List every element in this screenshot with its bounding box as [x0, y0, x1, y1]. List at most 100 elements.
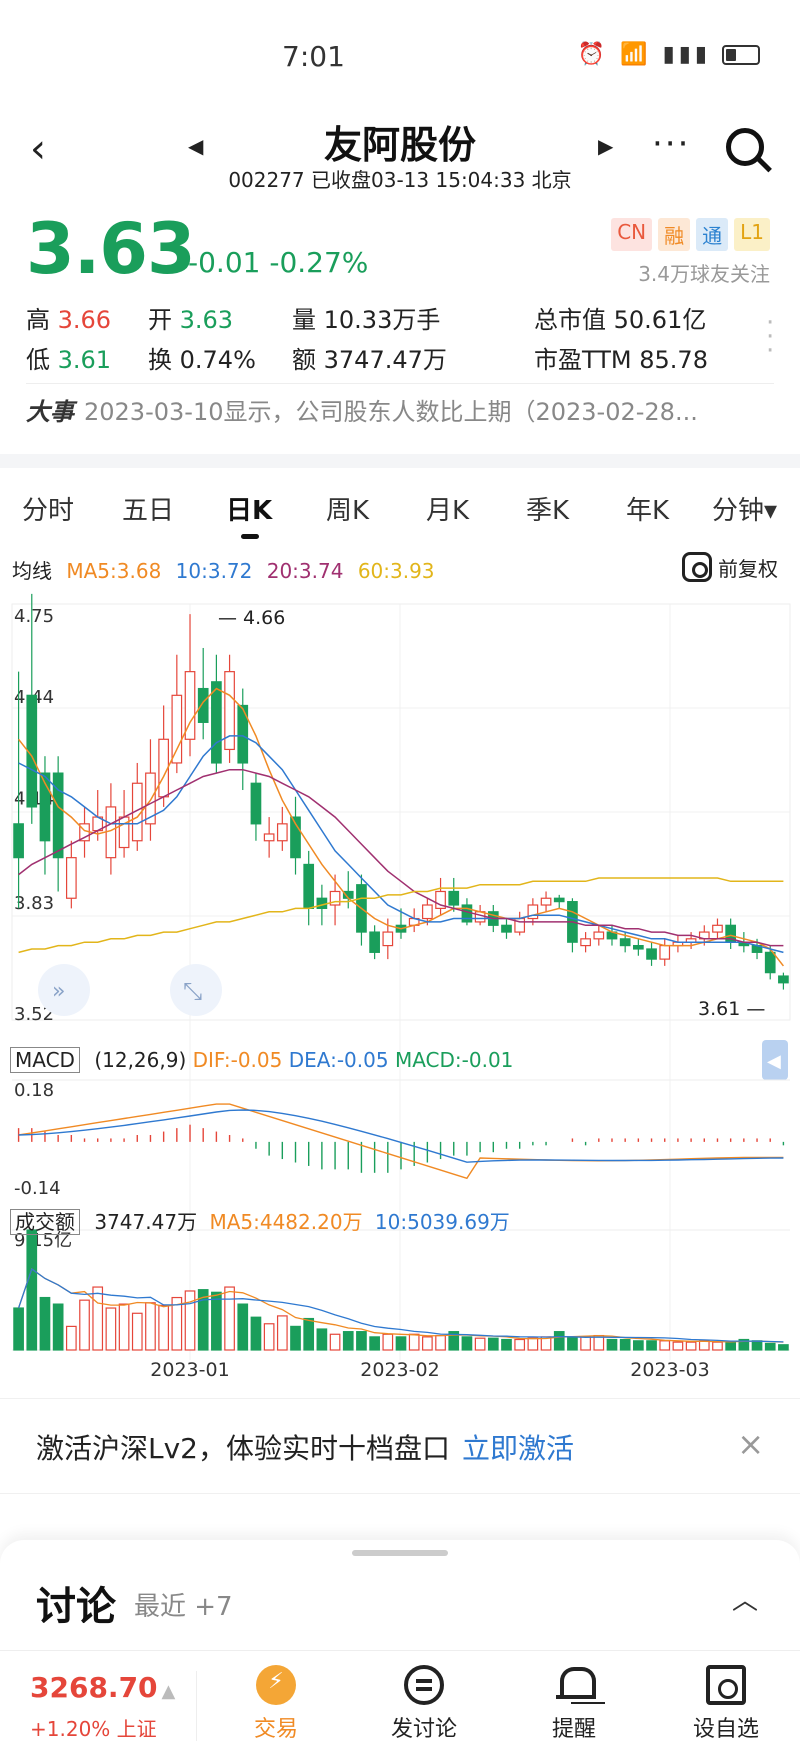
volume-bar-41 [553, 1331, 565, 1351]
tab-daily-k[interactable]: 日K [226, 490, 272, 539]
volume-bar-37 [501, 1338, 512, 1351]
tab-five-day[interactable]: 五日 [122, 490, 174, 527]
tab-intraday[interactable]: 分时 [22, 490, 74, 527]
candle-body-0 [13, 823, 24, 859]
candle-body-4 [65, 857, 77, 899]
ma10-value: 10:3.72 [175, 559, 253, 583]
candle-body-33 [448, 890, 460, 906]
tab-minute[interactable]: 分钟▾ [712, 490, 777, 527]
discussion-title: 讨论 [36, 1584, 116, 1630]
vertical-more-icon[interactable]: · · · [766, 310, 774, 364]
badge-group: CN 融 通 L1 [611, 218, 770, 251]
discussion-recent: 最近 +7 [134, 1592, 233, 1622]
volume-bar-25 [342, 1331, 354, 1351]
macd-tag[interactable]: MACD [10, 1047, 80, 1073]
post-discussion-button[interactable]: 发讨论 [374, 1661, 474, 1743]
double-chevron-icon: » [52, 979, 65, 1004]
volume-bar-51 [685, 1341, 697, 1351]
volume-bar-54 [725, 1341, 737, 1351]
current-price: 3.63 [26, 208, 196, 290]
stock-subtitle: 002277 已收盘03-13 15:04:33 北京 [228, 168, 572, 192]
volume-bar-0 [13, 1307, 24, 1351]
kline-chart[interactable]: 4.754.444.143.833.52— 4.663.61 —»⤡◀0.18-… [0, 590, 800, 1380]
trade-button[interactable]: 交易 [226, 1661, 326, 1743]
close-icon[interactable]: × [737, 1425, 764, 1463]
volume-bar-29 [395, 1336, 407, 1351]
volume-bar-5 [79, 1299, 90, 1351]
section-gap [0, 454, 800, 468]
activate-link[interactable]: 立即激活 [462, 1432, 574, 1465]
volume-bar-3 [52, 1303, 64, 1351]
volume-bar-32 [435, 1334, 446, 1351]
volume-bar-49 [659, 1340, 671, 1351]
volume-tag[interactable]: 成交额 [10, 1209, 80, 1235]
badge-connect[interactable]: 通 [696, 218, 729, 251]
volume-bar-56 [751, 1340, 763, 1351]
stat-high: 高 3.66 [26, 306, 112, 334]
macd-dea: DEA:-0.05 [288, 1048, 389, 1072]
volume-bar-52 [698, 1340, 710, 1351]
volume-bar-8 [118, 1303, 130, 1351]
candle-body-43 [580, 938, 591, 947]
candle-body-57 [764, 951, 776, 974]
followers-count: 3.4万球友关注 [638, 262, 770, 286]
volume-bar-1 [26, 1229, 38, 1351]
event-row[interactable]: 大事 2023-03-10显示，公司股东人数比上期（2023-02-28... [26, 392, 774, 427]
tab-quarterly-k[interactable]: 季K [526, 490, 569, 527]
adjust-toggle[interactable]: 前复权 [682, 552, 778, 582]
alert-button[interactable]: 提醒 [524, 1661, 624, 1743]
candle-body-19 [263, 833, 275, 842]
divider [196, 1671, 197, 1741]
drag-handle[interactable] [352, 1550, 448, 1556]
volume-bar-47 [633, 1340, 644, 1351]
top-nav: ‹ ◀ 友阿股份 002277 已收盘03-13 15:04:33 北京 ▶ ·… [0, 110, 800, 192]
candle-body-23 [316, 897, 328, 909]
chat-icon [404, 1665, 444, 1705]
volume-bar-17 [237, 1303, 249, 1351]
candle-body-34 [461, 904, 473, 923]
candle-body-15 [211, 681, 222, 764]
y-tick-label-0: 4.75 [14, 606, 54, 627]
badge-margin[interactable]: 融 [658, 218, 691, 251]
candle-body-40 [540, 897, 552, 906]
more-icon[interactable]: ··· [652, 124, 690, 164]
stat-volume: 量 10.33万手 [292, 306, 441, 334]
badge-l1[interactable]: L1 [734, 218, 770, 251]
ma5-value: MA5:3.68 [66, 559, 162, 583]
stat-open: 开 3.63 [148, 306, 234, 334]
tab-monthly-k[interactable]: 月K [426, 490, 469, 527]
search-icon[interactable] [726, 128, 764, 166]
volume-bar-35 [474, 1337, 486, 1351]
status-bar: 7:01 ⏰ 📶 ▮▮▮ [0, 0, 800, 110]
volume-bar-18 [250, 1316, 262, 1351]
macd-legend: MACD (12,26,9) DIF:-0.05 DEA:-0.05 MACD:… [10, 1047, 513, 1073]
period-tabs: 分时 五日 日K 周K 月K 季K 年K 分钟▾ [0, 468, 800, 544]
settings-icon [682, 552, 712, 582]
volume-bar-9 [131, 1312, 143, 1351]
quote-stats: 高 3.66 开 3.63 量 10.33万手 总市值 50.61亿 低 3.6… [26, 300, 766, 380]
macd-ymin-label: -0.14 [14, 1178, 61, 1199]
banner-text: 激活沪深Lv2，体验实时十档盘口 [36, 1432, 450, 1465]
divider [26, 383, 774, 384]
chevron-up-icon[interactable]: ︿ [732, 1580, 758, 1617]
macd-ymax-label: 0.18 [14, 1080, 54, 1101]
candle-body-49 [659, 944, 671, 960]
next-stock-icon[interactable]: ▶ [598, 134, 613, 158]
tab-yearly-k[interactable]: 年K [626, 490, 669, 527]
tab-weekly-k[interactable]: 周K [326, 490, 369, 527]
add-watchlist-button[interactable]: 设自选 [676, 1661, 776, 1743]
volume-ma10: 10:5039.69万 [374, 1210, 510, 1234]
candle-body-37 [501, 924, 512, 933]
event-label: 大事 [26, 398, 74, 426]
badge-cn[interactable]: CN [611, 218, 653, 251]
volume-bar-26 [356, 1331, 367, 1351]
volume-bar-28 [382, 1333, 394, 1351]
volume-ma5: MA5:4482.20万 [209, 1210, 363, 1234]
index-value-row[interactable]: 3268.70 ▲ [30, 1671, 175, 1704]
ma20-value: 20:3.74 [266, 559, 344, 583]
candle-body-31 [422, 904, 433, 920]
x-tick-label-0: 2023-01 [150, 1359, 229, 1380]
status-icons: ⏰ 📶 ▮▮▮ [578, 42, 760, 67]
volume-bar-11 [158, 1304, 169, 1351]
candle-body-27 [369, 931, 380, 953]
